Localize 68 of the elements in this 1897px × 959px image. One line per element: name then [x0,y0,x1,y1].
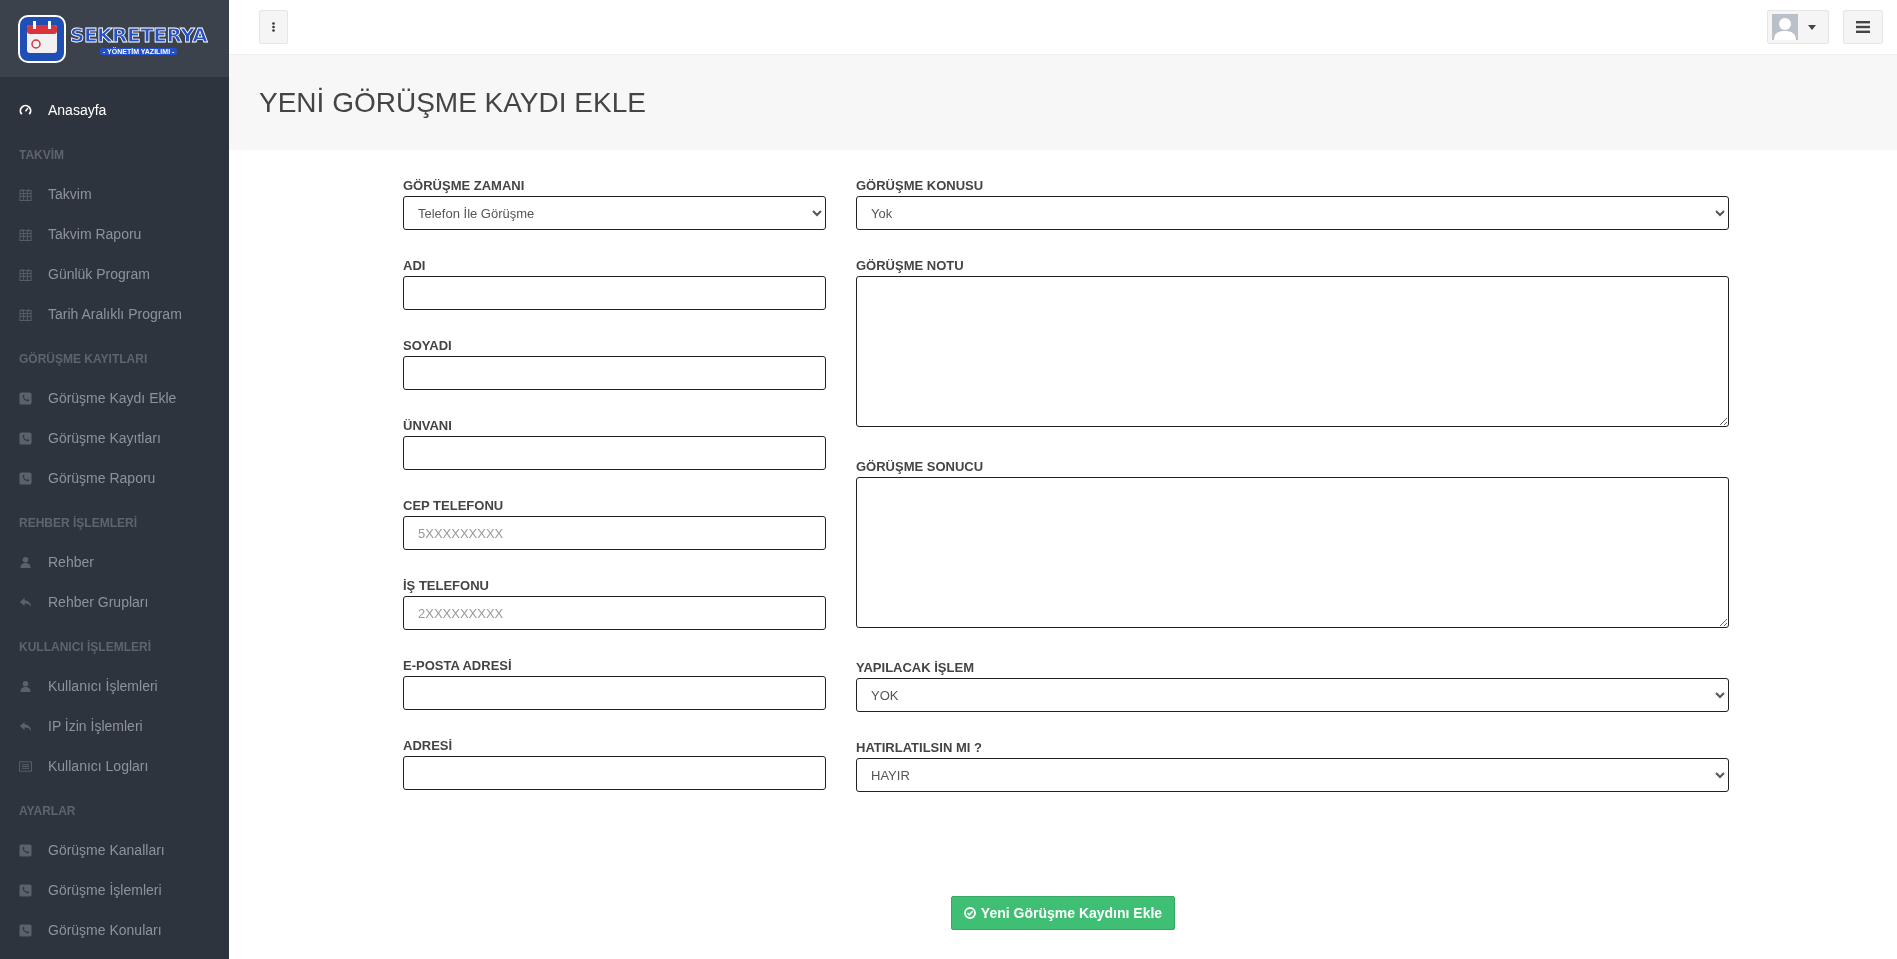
field-label: İŞ TELEFONU [403,577,490,595]
select-field[interactable]: Yok [856,196,1729,230]
calendar-icon [19,187,32,201]
select-field[interactable]: HAYIR [856,758,1729,792]
select-field[interactable]: Telefon İle Görüşme [403,196,826,230]
vertical-dots-icon [272,22,275,32]
phone-icon [19,883,32,897]
sidebar-item[interactable]: Görüşme Raporu [0,458,229,498]
input-field[interactable]: 2XXXXXXXXX [403,596,826,630]
page-title: YENİ GÖRÜŞME KAYDI EKLE [259,86,646,119]
check-circle-icon [963,907,976,919]
input-field[interactable] [403,356,826,390]
phone-icon [19,471,32,485]
sidebar-item[interactable]: Takvim Raporu [0,214,229,254]
avatar-silhouette-icon [1772,14,1798,40]
sidebar-item[interactable]: Tarih Aralıklı Program [0,294,229,334]
submit-button[interactable]: Yeni Görüşme Kaydını Ekle [950,896,1176,930]
phone-icon [19,923,32,937]
input-field[interactable] [403,676,826,710]
textarea-field[interactable] [856,276,1729,427]
user-icon [19,679,32,693]
sidebar-item[interactable]: Görüşme Kanalları [0,830,229,870]
calendar-icon [19,307,32,321]
sidebar-item[interactable]: Görüşme İşlemleri [0,870,229,910]
field-label: HATIRLATILSIN MI ? [856,739,983,757]
sidebar-item[interactable]: Günlük Program [0,254,229,294]
sidebar-item[interactable]: Kullanıcı İşlemleri [0,666,229,706]
textarea-field[interactable] [856,477,1729,628]
logo-title: SEKRETERYA [70,22,208,47]
reply-arrow-icon [19,595,32,609]
gauge-icon [19,103,32,117]
field-label: ADI [403,257,427,275]
sidebar-item[interactable]: Takvim [0,174,229,214]
field-label: YAPILACAK İŞLEM [856,659,975,677]
phone-icon [19,431,32,445]
list-icon [19,759,32,773]
phone-icon [19,843,32,857]
calendar-icon [19,227,32,241]
sidebar-item[interactable]: Anasayfa [0,90,229,130]
menu-icon [1856,21,1870,33]
field-label: GÖRÜŞME SONUCU [856,458,985,476]
reply-arrow-icon [19,719,32,733]
calendar-icon [19,267,32,281]
sidebar-item[interactable]: Görüşme Konuları [0,910,229,950]
field-label: GÖRÜŞME KONUSU [856,177,985,195]
select-field[interactable]: YOK [856,678,1729,712]
sidebar-item[interactable]: Görüşme Kayıtları [0,418,229,458]
field-label: GÖRÜŞME ZAMANI [403,177,526,195]
input-field[interactable]: 5XXXXXXXXX [403,516,826,550]
input-field[interactable] [403,436,826,470]
input-field[interactable] [403,756,826,790]
phone-icon [19,391,32,405]
caret-icon [1808,24,1816,30]
field-label: ÜNVANI [403,417,453,435]
field-label: E-POSTA ADRESİ [403,657,513,675]
calendar-logo-icon [18,14,66,63]
input-field[interactable] [403,276,826,310]
field-label: SOYADI [403,337,453,355]
field-label: GÖRÜŞME NOTU [856,257,965,275]
sidebar-item[interactable]: Rehber [0,542,229,582]
field-label: ADRESİ [403,737,454,755]
sidebar-item[interactable]: IP İzin İşlemleri [0,706,229,746]
sidebar-item[interactable]: Görüşme Kaydı Ekle [0,378,229,418]
field-label: CEP TELEFONU [403,497,505,515]
user-icon [19,555,32,569]
panel-toggle-button[interactable] [1843,10,1883,44]
sidebar-item[interactable]: Kullanıcı Logları [0,746,229,786]
sidebar-item[interactable]: Rehber Grupları [0,582,229,622]
